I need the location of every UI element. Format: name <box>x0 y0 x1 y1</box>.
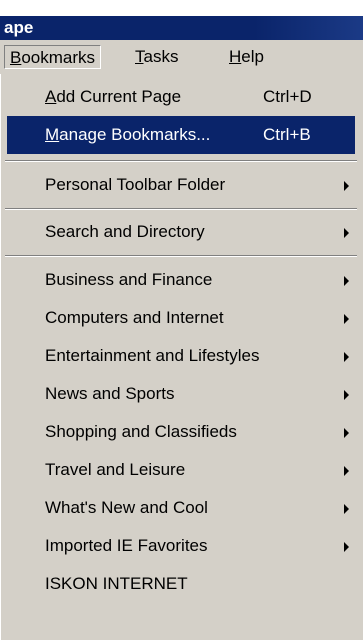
manage-bookmarks-shortcut: Ctrl+B <box>263 125 311 144</box>
menubar: Bookmarks Tasks Help <box>0 40 363 74</box>
submenu-arrow-icon <box>344 542 349 552</box>
menu-help[interactable]: Help <box>224 45 269 69</box>
menu-help-label: elp <box>241 47 264 66</box>
add-current-page-shortcut: Ctrl+D <box>263 87 312 106</box>
bookmark-item-iskon-internet[interactable]: ISKON INTERNET <box>7 565 355 603</box>
submenu-arrow-icon <box>344 504 349 514</box>
folder-label: Shopping and Classifieds <box>45 422 237 441</box>
folder-label: Travel and Leisure <box>45 460 186 479</box>
menu-tasks-label: asks <box>143 47 179 66</box>
menu-separator <box>5 208 357 210</box>
window-titlebar: ape <box>0 0 363 40</box>
folder-item-travel-and-leisure[interactable]: Travel and Leisure <box>7 451 355 489</box>
add-current-page-label: dd Current Page <box>56 87 182 106</box>
bookmarks-dropdown-menu: Add Current Page Ctrl+D Manage Bookmarks… <box>0 74 363 640</box>
menu-tasks-mnemonic: T <box>135 47 144 66</box>
submenu-arrow-icon <box>344 466 349 476</box>
add-current-page-mnemonic: A <box>45 87 57 106</box>
submenu-arrow-icon <box>344 181 349 191</box>
submenu-arrow-icon <box>344 428 349 438</box>
folder-item-business-and-finance[interactable]: Business and Finance <box>7 261 355 299</box>
manage-bookmarks-item[interactable]: Manage Bookmarks... Ctrl+B <box>7 116 355 154</box>
folder-item-entertainment-and-lifestyles[interactable]: Entertainment and Lifestyles <box>7 337 355 375</box>
folder-item-whats-new-and-cool[interactable]: What's New and Cool <box>7 489 355 527</box>
folder-item-computers-and-internet[interactable]: Computers and Internet <box>7 299 355 337</box>
personal-toolbar-folder-item[interactable]: Personal Toolbar Folder <box>7 166 355 204</box>
folder-item-shopping-and-classifieds[interactable]: Shopping and Classifieds <box>7 413 355 451</box>
submenu-arrow-icon <box>344 276 349 286</box>
search-and-directory-label: Search and Directory <box>45 222 205 241</box>
folder-label: What's New and Cool <box>45 498 208 517</box>
folder-item-imported-ie-favorites[interactable]: Imported IE Favorites <box>7 527 355 565</box>
personal-toolbar-folder-label: Personal Toolbar Folder <box>45 175 226 194</box>
add-current-page-item[interactable]: Add Current Page Ctrl+D <box>7 78 355 116</box>
submenu-arrow-icon <box>344 228 349 238</box>
menu-tasks[interactable]: Tasks <box>130 45 183 69</box>
manage-bookmarks-label: anage Bookmarks... <box>59 125 211 144</box>
folder-label: Computers and Internet <box>45 308 224 327</box>
submenu-arrow-icon <box>344 352 349 362</box>
folder-label: Entertainment and Lifestyles <box>45 346 260 365</box>
folder-label: News and Sports <box>45 384 175 403</box>
menu-separator <box>5 255 357 257</box>
menu-bookmarks-label: ookmarks <box>21 48 96 67</box>
menu-separator <box>5 160 357 162</box>
menu-bookmarks[interactable]: Bookmarks <box>4 45 102 69</box>
folder-label: Business and Finance <box>45 270 213 289</box>
menu-bookmarks-mnemonic: B <box>10 48 22 67</box>
submenu-arrow-icon <box>344 314 349 324</box>
bookmark-label: ISKON INTERNET <box>45 574 188 593</box>
folder-label: Imported IE Favorites <box>45 536 208 555</box>
submenu-arrow-icon <box>344 390 349 400</box>
folder-item-news-and-sports[interactable]: News and Sports <box>7 375 355 413</box>
search-and-directory-item[interactable]: Search and Directory <box>7 213 355 251</box>
window-title: ape <box>0 16 363 40</box>
menu-help-mnemonic: H <box>229 47 242 66</box>
manage-bookmarks-mnemonic: M <box>45 125 60 144</box>
